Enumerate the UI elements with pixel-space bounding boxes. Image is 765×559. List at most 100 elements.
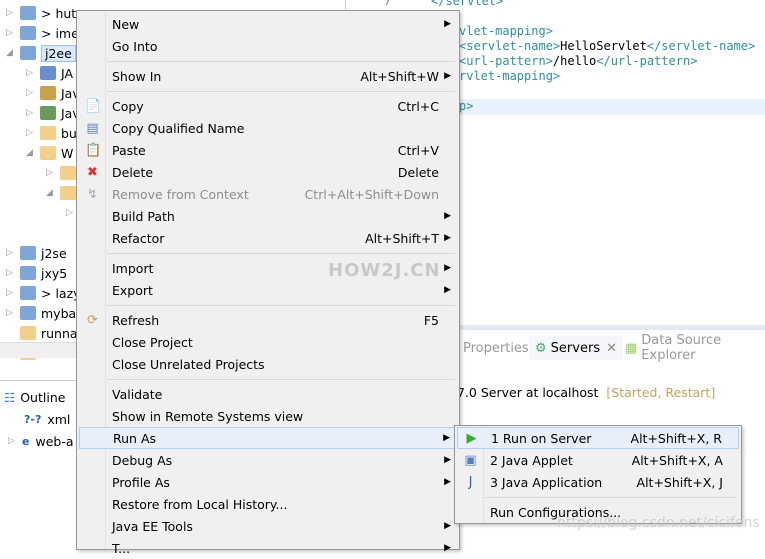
tree-item[interactable]: ◢ j2ee (6, 43, 76, 63)
tree-item[interactable]: ▷ Jav (26, 83, 80, 103)
tree-item[interactable]: ▷ > ime (6, 23, 79, 43)
tree-item[interactable]: ▷ JA (26, 63, 73, 83)
folder-icon (60, 186, 76, 200)
menu-item-profile-as[interactable]: Profile As ▶ (79, 471, 457, 493)
code-line: p> (459, 99, 473, 113)
server-row[interactable]: 7.0 Server at localhost [Started, Restar… (457, 385, 715, 400)
expand-toggle-icon[interactable]: ▷ (26, 128, 36, 138)
code-token: <servlet-name> (459, 39, 561, 53)
menu-item-label: Show In (112, 68, 162, 84)
menu-item-delete[interactable]: ✖ Delete Delete (79, 161, 457, 183)
watermark: HOW2J.CN (328, 260, 441, 281)
menu-item-3-java-application[interactable]: J 3 Java Application Alt+Shift+X, J (457, 471, 739, 493)
menu-item-export[interactable]: Export ▶ (79, 279, 457, 301)
outline-item-icon: ?-? (24, 412, 42, 426)
expand-toggle-icon[interactable]: ▷ (6, 8, 16, 18)
project-icon (20, 286, 36, 300)
outline-icon: ☷ (4, 389, 16, 405)
folder-icon (40, 146, 56, 160)
code-token: </servlet-name> (646, 39, 756, 53)
menu-item-copy-qualified-name[interactable]: ▤ Copy Qualified Name (79, 117, 457, 139)
close-icon[interactable]: ✕ (606, 341, 617, 356)
menu-item-debug-as[interactable]: Debug As ▶ (79, 449, 457, 471)
menu-item-new[interactable]: New ▶ (79, 13, 457, 35)
outline-item[interactable]: ?-? xml (24, 409, 70, 429)
tab-properties[interactable]: Properties (463, 336, 529, 360)
menu-item-label: T... (112, 540, 131, 556)
menu-item-shortcut: Ctrl+V (397, 142, 439, 158)
menu-separator (107, 91, 455, 92)
menu-item-2-java-applet[interactable]: ▣ 2 Java Applet Alt+Shift+X, A (457, 449, 739, 471)
tree-item-label: W (61, 145, 74, 161)
menu-item-show-in[interactable]: Show In Alt+Shift+W ▶ (79, 65, 457, 87)
tree-item-label: myba (41, 305, 77, 321)
expand-toggle-icon[interactable]: ▷ (6, 288, 16, 298)
menu-separator (107, 253, 455, 254)
project-icon (20, 306, 36, 320)
menu-separator (107, 379, 455, 380)
menu-item-close-unrelated-projects[interactable]: Close Unrelated Projects (79, 353, 457, 375)
menu-item-restore-from-local-history[interactable]: Restore from Local History... (79, 493, 457, 515)
watermark-url: https://blog.csdn.net/cicifens (557, 515, 760, 531)
expand-toggle-icon[interactable]: ▷ (26, 108, 36, 118)
submenu-arrow-icon: ▶ (444, 19, 451, 29)
tree-item[interactable]: runna (6, 323, 78, 343)
expand-toggle-icon[interactable]: ▷ (66, 208, 76, 218)
submenu-arrow-icon: ▶ (443, 433, 450, 443)
menu-separator (485, 497, 737, 498)
tree-item[interactable]: ▷ > lazy (6, 283, 81, 303)
project-icon (20, 266, 36, 280)
code-token: rvlet-mapping> (459, 69, 561, 83)
expand-toggle-icon[interactable]: ▷ (6, 268, 16, 278)
tree-item[interactable]: ▷ > hut (6, 3, 76, 23)
submenu-arrow-icon: ▶ (444, 285, 451, 295)
outline-title: Outline (20, 389, 66, 405)
menu-item-label: Remove from Context (112, 186, 249, 202)
tree-item[interactable]: ▷ bu (26, 123, 77, 143)
tab-servers[interactable]: ⚙ Servers ✕ (529, 336, 623, 360)
menu-item-validate[interactable]: Validate (79, 383, 457, 405)
menu-item-remove-from-context[interactable]: ↯ Remove from Context Ctrl+Alt+Shift+Down (79, 183, 457, 205)
tree-item-label: jxy5 (41, 265, 68, 281)
expand-toggle-icon[interactable]: ▷ (6, 28, 16, 38)
menu-item-copy[interactable]: 📄 Copy Ctrl+C (79, 95, 457, 117)
expand-toggle-icon[interactable]: ▷ (6, 248, 16, 258)
menu-item-t[interactable]: T... ▶ (79, 537, 457, 559)
tree-item[interactable]: ▷ jxy5 (6, 263, 67, 283)
refresh-icon: ⟳ (87, 312, 98, 328)
menu-item-refresh[interactable]: ⟳ Refresh F5 (79, 309, 457, 331)
submenu-arrow-icon: ▶ (444, 71, 451, 81)
tree-item[interactable]: ▷ myba (6, 303, 76, 323)
menu-item-1-run-on-server[interactable]: ▶ 1 Run on Server Alt+Shift+X, R (457, 427, 739, 449)
expand-toggle-icon[interactable]: ▷ (8, 436, 18, 446)
outline-tab[interactable]: ☷ Outline (4, 387, 65, 407)
outline-item[interactable]: ▷ e web-a (8, 431, 74, 451)
expand-toggle-icon[interactable]: ◢ (6, 48, 16, 58)
tab-data-source-explorer[interactable]: ▦ Data Source Explorer (625, 333, 765, 363)
tree-item[interactable]: ▷ Jav (26, 103, 80, 123)
code-token: HelloServlet (560, 39, 647, 53)
expand-toggle-icon[interactable]: ▷ (46, 168, 56, 178)
remove-context-icon: ↯ (87, 186, 98, 202)
expand-toggle-icon[interactable]: ◢ (46, 188, 56, 198)
tree-item[interactable]: ◢ W (26, 143, 73, 163)
expand-toggle-icon[interactable]: ▷ (6, 308, 16, 318)
menu-item-label: 3 Java Application (490, 474, 603, 490)
expand-toggle-icon[interactable]: ▷ (26, 68, 36, 78)
expand-toggle-icon[interactable]: ▷ (26, 88, 36, 98)
expand-toggle-icon[interactable]: ◢ (26, 148, 36, 158)
menu-item-shortcut: Alt+Shift+X, R (630, 430, 722, 446)
code-token: <url-pattern> (459, 54, 553, 68)
tree-item[interactable]: ▷ j2se (6, 243, 67, 263)
menu-item-go-into[interactable]: Go Into (79, 35, 457, 57)
menu-item-java-ee-tools[interactable]: Java EE Tools ▶ (79, 515, 457, 537)
menu-item-build-path[interactable]: Build Path ▶ (79, 205, 457, 227)
menu-item-run-as[interactable]: Run As ▶ (79, 427, 457, 449)
menu-item-refactor[interactable]: Refactor Alt+Shift+T ▶ (79, 227, 457, 249)
menu-item-close-project[interactable]: Close Project (79, 331, 457, 353)
menu-item-paste[interactable]: 📋 Paste Ctrl+V (79, 139, 457, 161)
menu-item-shortcut: Alt+Shift+X, J (636, 474, 723, 490)
code-line: rvlet-mapping> (459, 69, 560, 83)
menu-item-show-in-remote-systems-view[interactable]: Show in Remote Systems view (79, 405, 457, 427)
menu-item-label: Refresh (112, 312, 160, 328)
